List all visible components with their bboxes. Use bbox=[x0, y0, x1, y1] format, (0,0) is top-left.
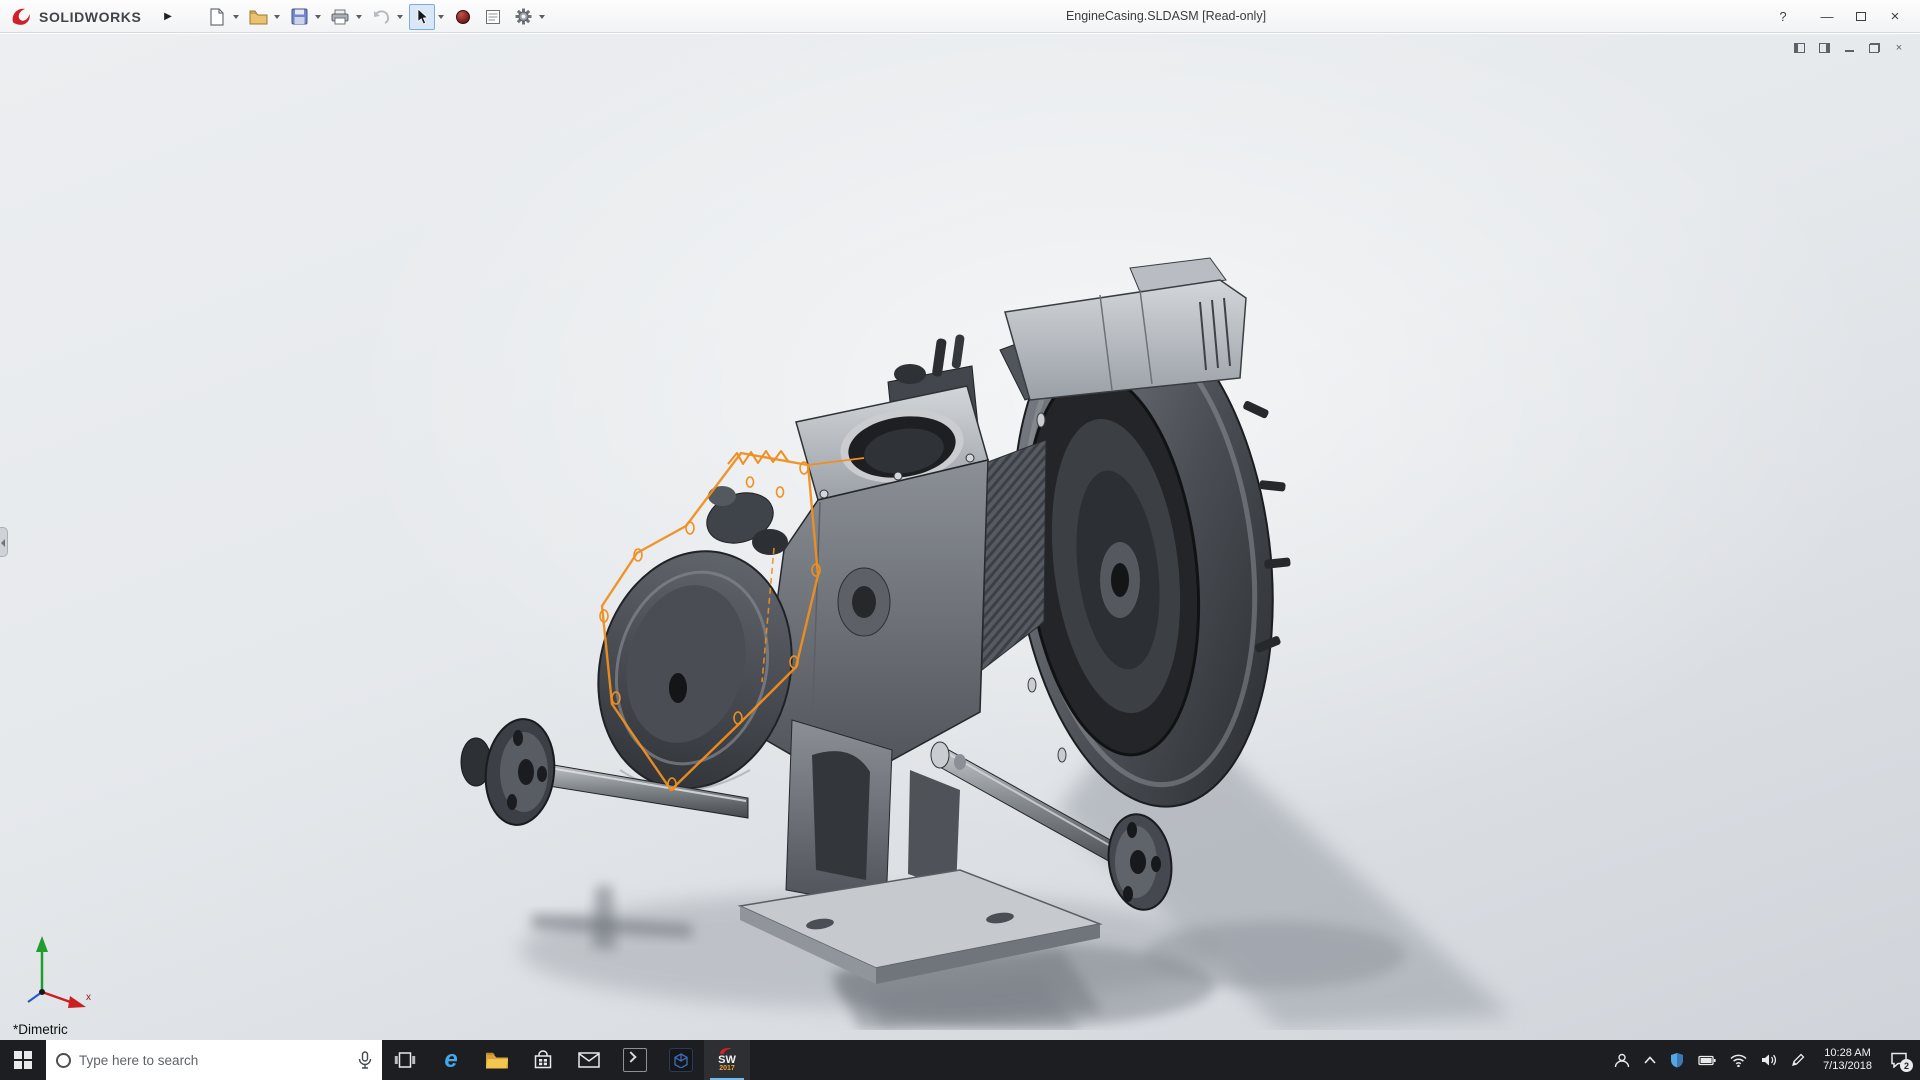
appearance-sphere-icon bbox=[456, 9, 470, 24]
open-folder-icon bbox=[249, 10, 267, 24]
battery-icon[interactable] bbox=[1698, 1055, 1716, 1066]
chevron-up-icon[interactable] bbox=[1644, 1056, 1656, 1064]
close-button[interactable]: × bbox=[1880, 0, 1910, 33]
print-button[interactable] bbox=[327, 4, 353, 30]
command-prompt-button[interactable] bbox=[612, 1040, 658, 1080]
document-minimize-button[interactable] bbox=[1842, 41, 1856, 54]
wifi-icon[interactable] bbox=[1730, 1054, 1747, 1067]
windows-logo-icon bbox=[14, 1051, 32, 1069]
store-button[interactable] bbox=[520, 1040, 566, 1080]
file-explorer-button[interactable] bbox=[474, 1040, 520, 1080]
settings-dropdown[interactable] bbox=[536, 4, 547, 30]
select-cursor-icon bbox=[417, 8, 428, 25]
microphone-icon[interactable] bbox=[358, 1051, 372, 1069]
taskbar-clock[interactable]: 10:28 AM 7/13/2018 bbox=[1819, 1047, 1876, 1073]
search-input[interactable] bbox=[79, 1052, 350, 1068]
clock-date: 7/13/2018 bbox=[1823, 1060, 1872, 1072]
edge-button[interactable]: e bbox=[428, 1040, 474, 1080]
pen-icon[interactable] bbox=[1791, 1053, 1805, 1067]
print-icon bbox=[331, 9, 349, 24]
open-document-button[interactable] bbox=[245, 4, 271, 30]
help-button[interactable]: ? bbox=[1768, 0, 1798, 33]
quick-access-toolbar bbox=[204, 0, 547, 33]
ds-logo-icon bbox=[12, 8, 30, 25]
side-cover[interactable] bbox=[574, 485, 816, 810]
brand-wordmark: SOLIDWORKS bbox=[39, 8, 142, 25]
graphics-area[interactable] bbox=[0, 34, 1920, 1040]
new-document-icon bbox=[210, 7, 224, 26]
mail-button[interactable] bbox=[566, 1040, 612, 1080]
new-document-dropdown[interactable] bbox=[230, 4, 241, 30]
solidworks-logo: SOLIDWORKS bbox=[10, 0, 141, 33]
solidworks-2017-icon: SW 2017 bbox=[712, 1045, 742, 1075]
settings-gear-icon bbox=[515, 8, 531, 25]
people-icon[interactable] bbox=[1614, 1053, 1630, 1068]
titlebar: SOLIDWORKS ▶ EngineCasing.SLDASM [Read-o… bbox=[0, 0, 1920, 33]
select-tool-button[interactable] bbox=[409, 3, 435, 30]
document-sheet-icon bbox=[486, 9, 500, 24]
minimize-button[interactable]: — bbox=[1812, 0, 1842, 33]
undo-icon bbox=[374, 10, 390, 24]
appearance-sphere-button[interactable] bbox=[450, 4, 476, 30]
file-explorer-icon bbox=[486, 1052, 508, 1068]
save-icon bbox=[291, 8, 307, 25]
task-view-button[interactable] bbox=[382, 1040, 428, 1080]
store-icon bbox=[534, 1050, 552, 1069]
document-close-button[interactable]: × bbox=[1892, 41, 1906, 54]
edge-icon: e bbox=[444, 1046, 458, 1073]
open-document-dropdown[interactable] bbox=[271, 4, 282, 30]
print-dropdown[interactable] bbox=[353, 4, 364, 30]
task-pane-right-icon[interactable] bbox=[1817, 41, 1831, 54]
cube-app-icon bbox=[669, 1048, 693, 1072]
solidworks-taskbar-button[interactable]: SW 2017 bbox=[704, 1040, 750, 1080]
mounting-stand[interactable] bbox=[737, 719, 1103, 984]
cortana-icon bbox=[56, 1052, 71, 1068]
undo-button[interactable] bbox=[368, 4, 394, 30]
select-tool-dropdown[interactable] bbox=[435, 4, 446, 30]
view-orientation-label: *Dimetric bbox=[13, 1022, 68, 1037]
mail-icon bbox=[578, 1052, 600, 1068]
settings-button[interactable] bbox=[510, 4, 536, 30]
fan-cover[interactable] bbox=[1004, 257, 1247, 401]
command-prompt-icon bbox=[623, 1048, 647, 1072]
solidworks-window: SOLIDWORKS ▶ EngineCasing.SLDASM [Read-o… bbox=[0, 0, 1920, 1080]
orientation-triad[interactable]: x bbox=[16, 930, 100, 1018]
window-title: EngineCasing.SLDASM [Read-only] bbox=[1065, 9, 1267, 23]
system-tray: 10:28 AM 7/13/2018 2 bbox=[1614, 1040, 1920, 1080]
save-dropdown[interactable] bbox=[312, 4, 323, 30]
task-pane-left-icon[interactable] bbox=[1792, 41, 1806, 54]
defender-shield-icon[interactable] bbox=[1670, 1052, 1684, 1068]
volume-icon[interactable] bbox=[1761, 1053, 1777, 1067]
maximize-icon bbox=[1856, 12, 1866, 21]
engine-casing-model[interactable] bbox=[440, 250, 1580, 1030]
taskbar: e bbox=[0, 1040, 1920, 1080]
clock-time: 10:28 AM bbox=[1824, 1047, 1871, 1059]
start-button[interactable] bbox=[0, 1040, 46, 1080]
document-restore-button[interactable] bbox=[1867, 41, 1881, 54]
window-controls: ? — × bbox=[1768, 0, 1910, 33]
undo-dropdown[interactable] bbox=[394, 4, 405, 30]
composer-app-button[interactable] bbox=[658, 1040, 704, 1080]
task-view-icon bbox=[394, 1052, 416, 1068]
taskbar-search[interactable] bbox=[46, 1040, 382, 1080]
graphics-viewport: × x *Dimetric bbox=[0, 34, 1920, 1040]
notification-badge: 2 bbox=[1900, 1059, 1913, 1072]
menu-expand-icon[interactable]: ▶ bbox=[160, 0, 176, 33]
action-center-button[interactable]: 2 bbox=[1890, 1052, 1913, 1072]
new-document-button[interactable] bbox=[204, 4, 230, 30]
save-button[interactable] bbox=[286, 4, 312, 30]
document-sheet-button[interactable] bbox=[480, 4, 506, 30]
document-window-controls: × bbox=[1792, 41, 1906, 54]
triad-x-label: x bbox=[86, 992, 91, 1003]
maximize-button[interactable] bbox=[1846, 0, 1876, 33]
